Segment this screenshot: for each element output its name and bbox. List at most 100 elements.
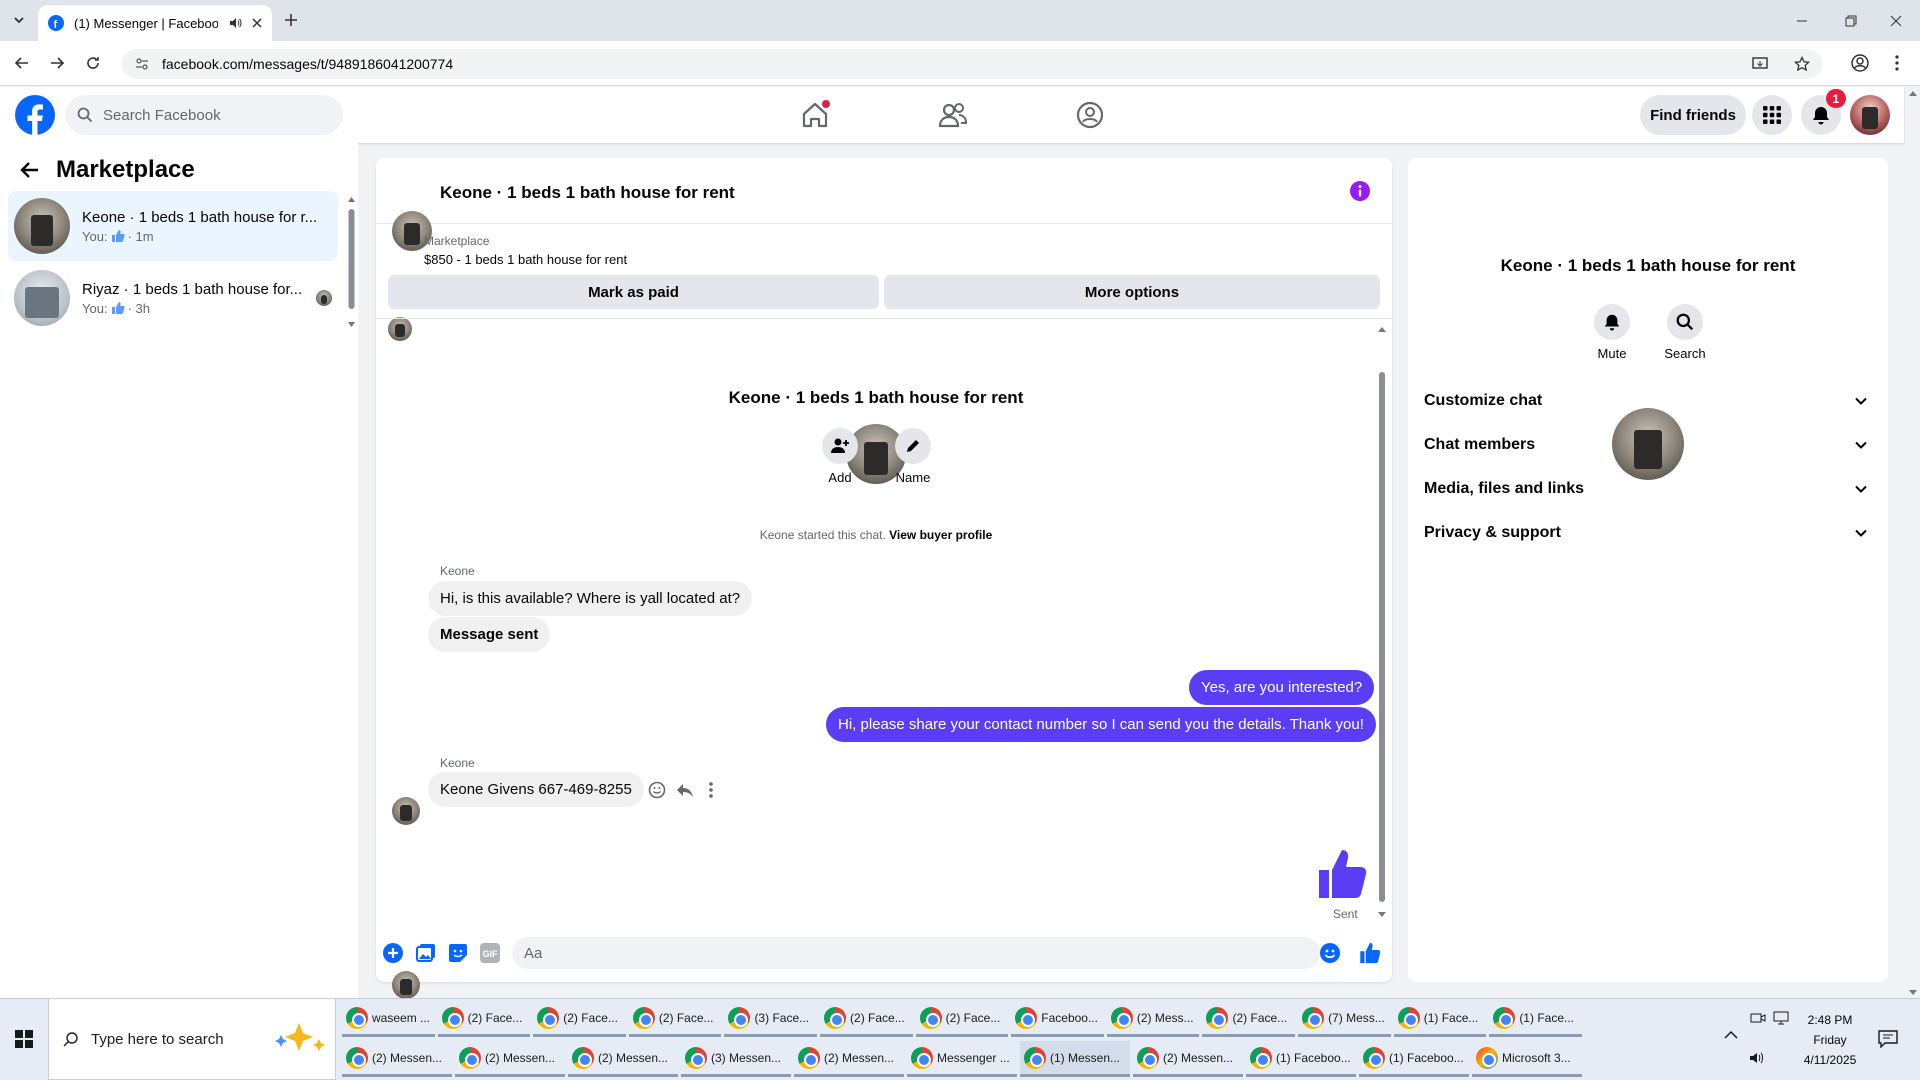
show-hidden-icons-icon[interactable]	[1724, 1030, 1738, 1040]
send-like-icon[interactable]	[1359, 942, 1381, 964]
taskbar-window-item[interactable]: (3) Face...	[724, 1001, 818, 1037]
install-app-icon[interactable]	[1752, 56, 1768, 72]
message-bubble-incoming[interactable]: Hi, is this available? Where is yall loc…	[428, 581, 753, 616]
close-window-icon[interactable]	[1881, 6, 1911, 36]
sticker-icon[interactable]	[448, 943, 468, 963]
page-scrollbar[interactable]	[1906, 88, 1920, 998]
chat-details-pane	[1408, 158, 1888, 982]
chat-scrollbar[interactable]	[1377, 322, 1387, 922]
friends-nav-icon[interactable]	[938, 101, 968, 129]
chat-header-title[interactable]: Keone · 1 beds 1 bath house for rent	[440, 183, 735, 203]
taskbar-window-label: (2) Messen...	[598, 1050, 669, 1065]
taskbar-window-item[interactable]: (1) Face...	[1393, 1001, 1487, 1037]
meet-now-icon[interactable]	[1750, 1010, 1766, 1026]
chrome-icon	[1024, 1046, 1046, 1069]
message-bubble-outgoing[interactable]: Yes, are you interested?	[1189, 670, 1375, 705]
home-nav-icon[interactable]	[800, 100, 830, 130]
large-thumbs-up-icon[interactable]	[1316, 848, 1368, 900]
taskbar-window-item[interactable]: Messenger ...	[907, 1041, 1017, 1077]
privacy-support-section[interactable]: Privacy & support	[1424, 513, 1876, 553]
account-avatar[interactable]	[1850, 95, 1890, 135]
customize-chat-section[interactable]: Customize chat	[1424, 381, 1876, 421]
taskbar-window-item[interactable]: (3) Messen...	[681, 1041, 791, 1077]
menu-grid-icon[interactable]	[1752, 95, 1792, 135]
emoji-icon[interactable]	[1320, 943, 1340, 963]
name-chat-button[interactable]: Name	[893, 428, 933, 485]
reply-icon[interactable]	[676, 781, 694, 799]
react-emoji-icon[interactable]	[648, 781, 666, 799]
sender-avatar[interactable]	[392, 797, 420, 825]
forward-icon[interactable]	[42, 48, 72, 78]
mute-button[interactable]: Mute	[1590, 304, 1634, 361]
taskbar-window-item[interactable]: (2) Face...	[915, 1001, 1009, 1037]
taskbar-window-item[interactable]: (2) Messen...	[794, 1041, 904, 1077]
audio-playing-icon[interactable]	[228, 16, 242, 30]
attach-photo-icon[interactable]	[416, 943, 436, 963]
conversation-item-keone[interactable]: Keone · 1 beds 1 bath house for r... You…	[8, 191, 338, 261]
message-bubble-incoming[interactable]: Keone Givens 667-469-8255	[428, 772, 644, 807]
taskbar-window-item[interactable]: (2) Mess...	[1106, 1001, 1200, 1037]
notification-center-icon[interactable]	[1878, 1030, 1898, 1048]
message-composer-input[interactable]: Aa	[512, 937, 1320, 969]
browser-menu-icon[interactable]	[1882, 48, 1912, 78]
taskbar-window-item[interactable]: Microsoft 3...	[1472, 1041, 1582, 1077]
sender-avatar[interactable]	[392, 971, 420, 999]
browser-tab-messenger[interactable]: f (1) Messenger | Facebook	[38, 5, 272, 41]
taskbar-window-item[interactable]: (1) Faceboo...	[1246, 1041, 1356, 1077]
windows-start-icon[interactable]	[0, 998, 48, 1080]
taskbar-window-item[interactable]: (7) Mess...	[1298, 1001, 1391, 1037]
conversation-list-scrollbar[interactable]	[347, 193, 356, 331]
chat-members-section[interactable]: Chat members	[1424, 425, 1876, 465]
mark-as-paid-button[interactable]: Mark as paid	[388, 275, 879, 309]
add-people-button[interactable]: Add	[822, 428, 858, 485]
address-bar[interactable]: facebook.com/messages/t/9489186041200774	[122, 49, 1822, 79]
facebook-logo-icon[interactable]	[15, 95, 55, 135]
taskbar-window-item[interactable]: (2) Face...	[437, 1001, 531, 1037]
taskbar-window-item[interactable]: (1) Faceboo...	[1359, 1041, 1469, 1077]
facebook-search-input[interactable]: Search Facebook	[65, 95, 343, 135]
restore-icon[interactable]	[1835, 6, 1865, 36]
listing-text[interactable]: $850 - 1 beds 1 bath house for rent	[424, 252, 627, 267]
gif-icon[interactable]: GIF	[480, 943, 500, 963]
taskbar-window-item[interactable]: (2) Messen...	[1133, 1041, 1243, 1077]
media-files-links-section[interactable]: Media, files and links	[1424, 469, 1876, 509]
site-info-icon[interactable]	[134, 56, 150, 72]
taskbar-window-item[interactable]: (2) Face...	[1202, 1001, 1296, 1037]
taskbar-window-item[interactable]: waseem ...	[342, 1001, 435, 1037]
reload-icon[interactable]	[78, 48, 108, 78]
info-icon[interactable]	[1349, 180, 1371, 202]
profile-icon[interactable]	[1845, 48, 1875, 78]
taskbar-window-item[interactable]: (2) Face...	[820, 1001, 913, 1037]
taskbar-window-item-active[interactable]: (1) Messen...	[1020, 1041, 1130, 1077]
search-in-chat-button[interactable]: Search	[1660, 304, 1710, 361]
taskbar-window-item[interactable]: (2) Face...	[628, 1001, 722, 1037]
more-actions-plus-icon[interactable]	[383, 943, 403, 963]
bookmark-star-icon[interactable]	[1794, 56, 1810, 72]
back-icon[interactable]	[7, 48, 37, 78]
network-icon[interactable]	[1772, 1010, 1790, 1026]
minimize-icon[interactable]	[1787, 6, 1817, 36]
chrome-icon	[572, 1046, 594, 1069]
tab-search-dropdown-icon[interactable]	[4, 5, 34, 35]
more-options-button[interactable]: More options	[884, 275, 1380, 309]
find-friends-button[interactable]: Find friends	[1640, 95, 1746, 135]
close-tab-icon[interactable]	[252, 18, 262, 28]
taskbar-search-box[interactable]: Type here to search	[48, 998, 336, 1080]
taskbar-window-item[interactable]: (2) Face...	[533, 1001, 626, 1037]
message-bubble-outgoing[interactable]: Hi, please share your contact number so …	[826, 707, 1376, 742]
new-tab-icon[interactable]	[276, 5, 306, 35]
taskbar-window-item[interactable]: (2) Messen...	[568, 1041, 678, 1077]
more-actions-icon[interactable]	[708, 781, 714, 799]
groups-nav-icon[interactable]	[1075, 100, 1105, 130]
taskbar-window-item[interactable]: Faceboo...	[1011, 1001, 1104, 1037]
taskbar-window-item[interactable]: (2) Messen...	[455, 1041, 565, 1077]
system-clock[interactable]: 2:48 PM Friday 4/11/2025	[1790, 1010, 1870, 1070]
volume-icon[interactable]	[1748, 1050, 1766, 1066]
taskbar-window-item[interactable]: (2) Messen...	[342, 1041, 452, 1077]
taskbar-window-item[interactable]: (1) Face...	[1489, 1001, 1582, 1037]
message-bubble-incoming[interactable]: Message sent	[428, 617, 551, 652]
back-arrow-icon[interactable]	[20, 160, 40, 180]
conversation-item-riyaz[interactable]: Riyaz · 1 beds 1 bath house for... You: …	[8, 263, 338, 333]
taskbar-window-label: (2) Face...	[658, 1010, 714, 1025]
view-buyer-profile-link[interactable]: View buyer profile	[889, 528, 992, 542]
